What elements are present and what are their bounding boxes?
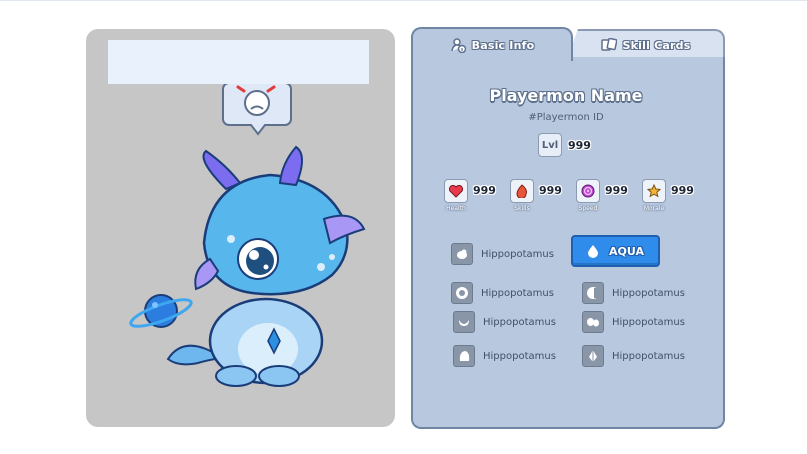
attribute-back: Hippopotamus (453, 345, 556, 367)
star-icon (642, 179, 666, 203)
attribute-eyes: Hippopotamus (451, 282, 554, 304)
attribute-label: Hippopotamus (481, 248, 554, 260)
stat-label: Health (446, 205, 466, 212)
water-drop-icon (588, 245, 598, 258)
attribute-label: Hippopotamus (612, 287, 685, 299)
stat-value: 999 (539, 184, 562, 197)
stat-label: Morale (643, 205, 665, 212)
head-part-icon (582, 282, 604, 304)
stat-speed: 999 Speed (576, 179, 638, 219)
attribute-ears: Hippopotamus (582, 311, 685, 333)
stat-value: 999 (671, 184, 694, 197)
element-type-button[interactable]: AQUA (571, 235, 660, 267)
attribute-head: Hippopotamus (582, 282, 685, 304)
mouth-part-icon (453, 311, 475, 333)
top-divider (0, 0, 807, 1)
cards-icon (600, 38, 617, 51)
planet-accessory (129, 294, 193, 328)
attribute-label: Hippopotamus (612, 316, 685, 328)
spiral-icon (576, 179, 600, 203)
ears-part-icon (582, 311, 604, 333)
stat-value: 999 (473, 184, 496, 197)
attribute-horn: Hippopotamus (582, 345, 685, 367)
attribute-label: Hippopotamus (483, 350, 556, 362)
attribute-body: Hippopotamus (451, 243, 554, 265)
level-badge: Lvl (538, 133, 562, 157)
tab-basic-info[interactable]: Basic Info (411, 27, 573, 61)
person-info-icon (450, 38, 466, 53)
stat-health: 999 Health (444, 179, 506, 219)
stat-skills: 999 Skills (510, 179, 572, 219)
body-part-icon (451, 243, 473, 265)
playermon-id: #Playermon ID (528, 112, 604, 123)
info-panel: Skill Cards Basic Info Playermon Name #P… (411, 27, 725, 429)
playermon-creature-image (129, 82, 366, 387)
stat-label: Skills (514, 205, 530, 212)
level-display: Lvl 999 (538, 133, 591, 157)
playermon-name: Playermon Name (489, 86, 643, 105)
mood-bubble (222, 82, 292, 136)
tab-label: Skill Cards (622, 38, 691, 52)
heart-icon (444, 179, 468, 203)
attribute-label: Hippopotamus (481, 287, 554, 299)
attribute-label: Hippopotamus (483, 316, 556, 328)
tab-label: Basic Info (471, 38, 535, 52)
stat-label: Speed (578, 205, 598, 212)
stat-morale: 999 Morale (642, 179, 704, 219)
flame-icon (510, 179, 534, 203)
attribute-label: Hippopotamus (612, 350, 685, 362)
level-value: 999 (568, 138, 591, 152)
attribute-mouth: Hippopotamus (453, 311, 556, 333)
stat-value: 999 (605, 184, 628, 197)
element-type-label: AQUA (609, 244, 644, 258)
eye-part-icon (451, 282, 473, 304)
name-plate (108, 40, 369, 84)
playermon-card (86, 29, 395, 427)
horn-part-icon (582, 345, 604, 367)
back-part-icon (453, 345, 475, 367)
